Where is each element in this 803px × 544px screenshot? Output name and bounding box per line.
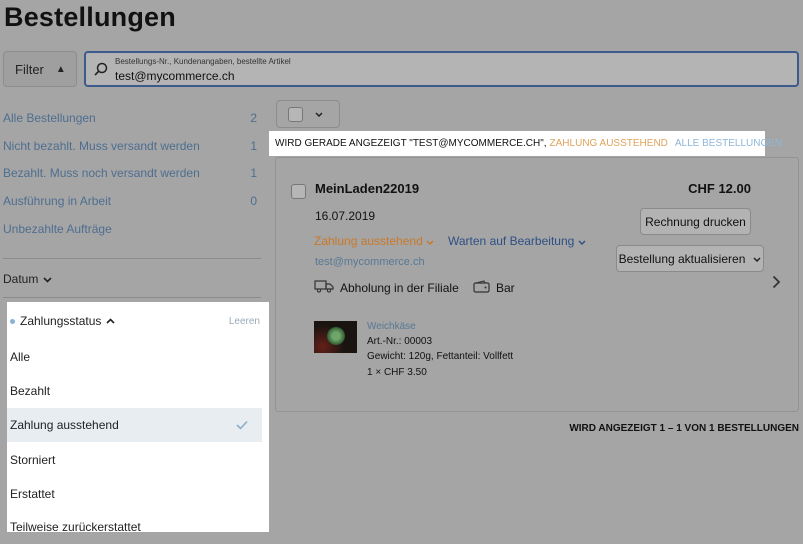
sidebar-item-count: 0 [250,193,257,208]
search-hint: Bestellungs-Nr., Kundenangaben, bestellt… [115,57,291,66]
payment-status-label: Zahlungsstatus [20,314,102,328]
status-option-label: Erstattet [10,487,55,501]
product-thumbnail [314,321,357,353]
sidebar-item-count: 1 [250,166,257,181]
chevron-right-icon[interactable] [772,273,781,294]
status-option-label: Zahlung ausstehend [10,418,119,432]
print-invoice-label: Rechnung drucken [645,214,746,229]
sidebar-item-count: 2 [250,110,257,125]
bulk-select-dropdown[interactable] [276,100,340,128]
status-option-all[interactable]: Alle [7,340,262,374]
status-option-pending[interactable]: Zahlung ausstehend [7,408,262,442]
sidebar-item-in-progress[interactable]: Ausführung in Arbeit 0 [3,187,261,215]
update-order-button[interactable]: Bestellung aktualisieren [616,245,764,272]
delivery-method: Abholung in der Filiale [314,280,459,296]
order-filter-list: Alle Bestellungen 2 Nicht bezahlt. Muss … [3,104,261,242]
sidebar-item-paid-to-ship[interactable]: Bezahlt. Muss noch versandt werden 1 [3,159,261,187]
sidebar-item-label: Ausführung in Arbeit [3,193,112,208]
chevron-down-icon [315,109,323,119]
order-card[interactable]: MeinLaden22019 CHF 12.00 16.07.2019 Rech… [275,157,799,412]
divider [3,258,261,259]
update-order-label: Bestellung aktualisieren [618,251,746,266]
status-option-refunded[interactable]: Erstattet [7,477,262,511]
order-shop-name: MeinLaden22019 [315,181,420,196]
truck-icon [314,280,334,296]
status-option-label: Teilweise zurückerstattet [10,520,141,532]
clear-filter-link[interactable]: Leeren [229,316,260,327]
chevron-down-icon [578,234,586,248]
print-invoice-button[interactable]: Rechnung drucken [640,208,751,235]
divider [3,297,261,298]
order-date: 16.07.2019 [315,209,376,223]
filter-label: Filter [15,61,44,77]
payment-status-dropdown[interactable]: Zahlung ausstehend [314,234,434,248]
pagination-info: WIRD ANGEZEIGT 1 – 1 VON 1 BESTELLUNGEN [569,423,799,434]
work-status-dropdown[interactable]: Warten auf Bearbeitung [448,234,586,248]
order-checkbox[interactable] [291,184,306,199]
showing-text: WIRD GERADE ANGEZEIGT "TEST@MYCOMMERCE.C… [275,138,547,149]
all-orders-link[interactable]: ALLE BESTELLUNGEN [675,138,782,149]
search-icon [94,62,108,81]
page-title: Bestellungen [4,2,176,32]
sidebar-item-label: Alle Bestellungen [3,110,96,125]
customer-email-link[interactable]: test@mycommerce.ch [315,256,425,268]
filter-button[interactable]: Filter ▲ [3,51,77,87]
product-quantity-price: 1 × CHF 3.50 [367,367,427,378]
order-total: CHF 12.00 [688,181,751,196]
sidebar-item-all-orders[interactable]: Alle Bestellungen 2 [3,104,261,132]
sidebar-item-label: Bezahlt. Muss noch versandt werden [3,166,200,181]
payment-status-header[interactable]: Zahlungsstatus Leeren [7,302,269,340]
search-input[interactable]: Bestellungs-Nr., Kundenangaben, bestellt… [84,51,799,87]
pending-filter-link[interactable]: ZAHLUNG AUSSTEHEND [550,138,668,149]
chevron-down-icon [426,234,434,248]
search-value[interactable]: test@mycommerce.ch [115,69,235,83]
date-filter-label: Datum [3,272,39,286]
wallet-icon [473,280,490,296]
chevron-down-icon [43,272,52,286]
chevron-down-icon [753,254,761,264]
status-option-label: Alle [10,350,31,364]
product-details: Gewicht: 120g, Fettanteil: Vollfett [367,351,514,362]
checkmark-icon [236,417,248,433]
product-name-link[interactable]: Weichkäse [367,321,416,332]
date-filter-toggle[interactable]: Datum [3,272,52,286]
product-sku: Art.-Nr.: 00003 [367,336,433,347]
sidebar-item-unpaid-to-ship[interactable]: Nicht bezahlt. Muss versandt werden 1 [3,132,261,160]
active-filter-dot-icon [10,318,15,324]
status-option-partially-refunded[interactable]: Teilweise zurückerstattet [7,511,262,532]
payment-method: Bar [473,280,515,296]
status-option-label: Storniert [10,453,56,467]
sidebar-item-count: 1 [250,138,257,153]
status-option-label: Bezahlt [10,384,51,398]
status-option-paid[interactable]: Bezahlt [7,374,262,408]
payment-status-text: Zahlung ausstehend [314,234,423,248]
delivery-method-label: Abholung in der Filiale [340,281,459,295]
payment-status-filter: Zahlungsstatus Leeren Alle Bezahlt Zahlu… [7,302,269,532]
status-option-cancelled[interactable]: Storniert [7,443,262,477]
payment-method-label: Bar [496,281,515,295]
results-info-bar: WIRD GERADE ANGEZEIGT "TEST@MYCOMMERCE.C… [269,131,782,156]
select-all-checkbox[interactable] [288,106,303,122]
sidebar-item-unpaid-orders[interactable]: Unbezahlte Aufträge [3,215,261,243]
sidebar-item-label: Unbezahlte Aufträge [3,221,112,236]
sidebar-item-label: Nicht bezahlt. Muss versandt werden [3,138,200,153]
work-status-text: Warten auf Bearbeitung [448,234,575,248]
chevron-up-icon: ▲ [55,63,66,75]
chevron-up-icon [106,316,115,327]
